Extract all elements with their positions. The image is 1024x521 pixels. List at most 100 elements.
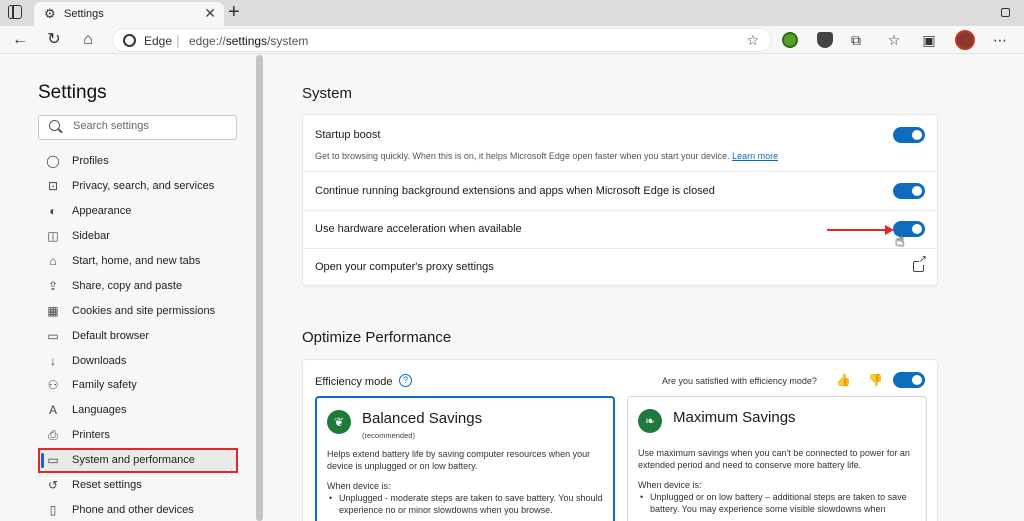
- extension-shield-icon[interactable]: [817, 32, 833, 48]
- restore-window-icon[interactable]: [1001, 8, 1010, 17]
- balanced-savings-option[interactable]: ❦ Balanced Savings (recommended) Helps e…: [315, 396, 615, 521]
- hardware-label: Use hardware acceleration when available: [315, 223, 522, 235]
- sidebar-item-privacy[interactable]: ⊡ Privacy, search, and services: [38, 174, 238, 199]
- collections-icon[interactable]: ▣: [919, 30, 939, 50]
- startup-boost-label: Startup boost: [315, 129, 381, 141]
- palette-icon: ◐: [49, 204, 57, 219]
- extensions-puzzle-icon[interactable]: ⧉: [846, 30, 866, 50]
- laptop-icon: ▭: [47, 453, 59, 468]
- sidebar-item-printers[interactable]: ⎙ Printers: [38, 423, 238, 448]
- home-icon: ⌂: [49, 254, 57, 268]
- sidebar-item-sidebar[interactable]: ◫ Sidebar: [38, 224, 238, 249]
- balanced-when-label: When device is:: [327, 481, 391, 491]
- gear-icon: ⚙: [44, 6, 56, 21]
- learn-more-link[interactable]: Learn more: [732, 151, 778, 161]
- profile-icon: ◯: [46, 154, 60, 169]
- sidebar-icon: ◫: [47, 229, 59, 244]
- section-heading-system: System: [302, 85, 353, 102]
- phone-icon: ▯: [49, 502, 57, 517]
- sidebar-item-family-safety[interactable]: ⚇ Family safety: [38, 373, 238, 398]
- maximum-bullet-unplugged: Unplugged or on low battery – additional…: [638, 491, 916, 515]
- address-site-label: Edge: [144, 34, 173, 48]
- maximum-bullets: Unplugged or on low battery – additional…: [638, 491, 916, 515]
- proxy-label: Open your computer's proxy settings: [315, 261, 494, 273]
- favorites-icon[interactable]: ☆: [884, 30, 904, 50]
- sidebar-item-appearance[interactable]: ◐ Appearance: [38, 199, 238, 224]
- sidebar-scrollbar[interactable]: [256, 55, 263, 521]
- performance-card: Efficiency mode ? Are you satisfied with…: [302, 359, 938, 521]
- lock-icon: ⊡: [47, 179, 59, 194]
- sidebar-nav: ◯ Profiles ⊡ Privacy, search, and services…: [38, 149, 238, 521]
- help-icon[interactable]: ?: [399, 374, 412, 387]
- printer-icon: ⎙: [48, 427, 58, 442]
- address-bar[interactable]: Edge | edge://settings/system ☆: [112, 28, 772, 52]
- sidebar-item-profiles[interactable]: ◯ Profiles: [38, 149, 238, 174]
- sidebar-item-languages[interactable]: A Languages: [38, 398, 238, 423]
- feedback-question: Are you satisfied with efficiency mode?: [662, 376, 817, 386]
- thumbs-up-icon[interactable]: 👍: [836, 373, 851, 387]
- search-box[interactable]: [38, 115, 237, 140]
- back-arrow-icon[interactable]: ←: [10, 30, 30, 50]
- balanced-savings-title: Balanced Savings: [362, 410, 483, 427]
- search-icon: [49, 120, 60, 131]
- home-icon[interactable]: ⌂: [78, 30, 98, 50]
- browser-icon: ▭: [47, 328, 59, 343]
- proxy-row[interactable]: Open your computer's proxy settings: [303, 249, 937, 287]
- maximum-savings-description: Use maximum savings when you can't be co…: [638, 448, 910, 470]
- add-favorite-icon[interactable]: ☆: [746, 32, 759, 49]
- startup-boost-description: Get to browsing quickly. When this is on…: [315, 151, 779, 161]
- close-icon[interactable]: ✕: [204, 5, 216, 22]
- tab-actions-icon[interactable]: [8, 5, 22, 19]
- share-icon: ⇪: [47, 278, 59, 293]
- maximum-savings-title: Maximum Savings: [673, 409, 796, 426]
- language-icon: A: [48, 403, 57, 418]
- tab-title: Settings: [64, 8, 104, 20]
- search-input[interactable]: [73, 120, 233, 132]
- maximum-when-label: When device is:: [638, 480, 702, 490]
- background-label: Continue running background extensions a…: [315, 185, 715, 197]
- efficiency-mode-label: Efficiency mode: [315, 376, 393, 388]
- refresh-icon[interactable]: ↻: [44, 30, 64, 50]
- background-toggle[interactable]: [893, 183, 925, 199]
- annotation-arrow: [827, 229, 887, 231]
- tab-strip: ⚙ Settings ✕ +: [0, 0, 1024, 26]
- sidebar-item-downloads[interactable]: ↓ Downloads: [38, 348, 238, 373]
- sidebar-item-phone[interactable]: ▯ Phone and other devices: [38, 497, 238, 521]
- system-card: Startup boost Get to browsing quickly. W…: [302, 114, 938, 286]
- new-tab-icon[interactable]: +: [228, 1, 240, 23]
- download-icon: ↓: [50, 353, 56, 368]
- hand-cursor-icon: ☝: [895, 233, 905, 250]
- page-title: Settings: [38, 82, 107, 103]
- background-row: Continue running background extensions a…: [303, 172, 937, 211]
- balanced-bullets: Unplugged - moderate steps are taken to …: [327, 492, 605, 516]
- toolbar: ← ↻ ⌂ Edge | edge://settings/system ☆ ⧉ …: [0, 26, 1024, 54]
- balanced-bullet-unplugged: Unplugged - moderate steps are taken to …: [327, 492, 605, 516]
- sidebar-item-share[interactable]: ⇪ Share, copy and paste: [38, 273, 238, 298]
- settings-sidebar: Settings ◯Profiles ⊡Privacy, search, and…: [0, 55, 256, 521]
- external-link-icon[interactable]: [913, 255, 927, 272]
- recommended-tag: (recommended): [362, 431, 415, 440]
- more-menu-icon[interactable]: ⋯: [990, 30, 1010, 50]
- family-icon: ⚇: [47, 378, 59, 393]
- startup-boost-toggle[interactable]: [893, 127, 925, 143]
- sidebar-item-system-performance[interactable]: ▭ System and performance: [38, 447, 238, 473]
- sidebar-item-default-browser[interactable]: ▭ Default browser: [38, 323, 238, 348]
- startup-boost-row: Startup boost Get to browsing quickly. W…: [303, 115, 937, 172]
- section-heading-performance: Optimize Performance: [302, 329, 452, 346]
- maximum-savings-option[interactable]: ❧ Maximum Savings Use maximum savings wh…: [627, 396, 927, 521]
- address-url[interactable]: edge://settings/system: [189, 34, 308, 48]
- efficiency-mode-toggle[interactable]: [893, 372, 925, 388]
- avatar[interactable]: [955, 30, 975, 50]
- reset-icon: ↺: [47, 478, 59, 493]
- leaves-icon: ❧: [638, 409, 662, 433]
- thumbs-down-icon[interactable]: 👎: [868, 373, 883, 387]
- sidebar-item-reset[interactable]: ↺ Reset settings: [38, 473, 238, 498]
- sidebar-item-start-home[interactable]: ⌂ Start, home, and new tabs: [38, 249, 238, 274]
- extension-green-icon[interactable]: [782, 32, 798, 48]
- leaf-icon: ❦: [327, 410, 351, 434]
- sidebar-item-cookies[interactable]: ▦ Cookies and site permissions: [38, 298, 238, 323]
- address-separator: |: [176, 32, 180, 48]
- cookie-icon: ▦: [47, 303, 59, 318]
- balanced-savings-description: Helps extend battery life by saving comp…: [327, 449, 591, 471]
- tab-settings[interactable]: ⚙ Settings ✕: [34, 2, 224, 26]
